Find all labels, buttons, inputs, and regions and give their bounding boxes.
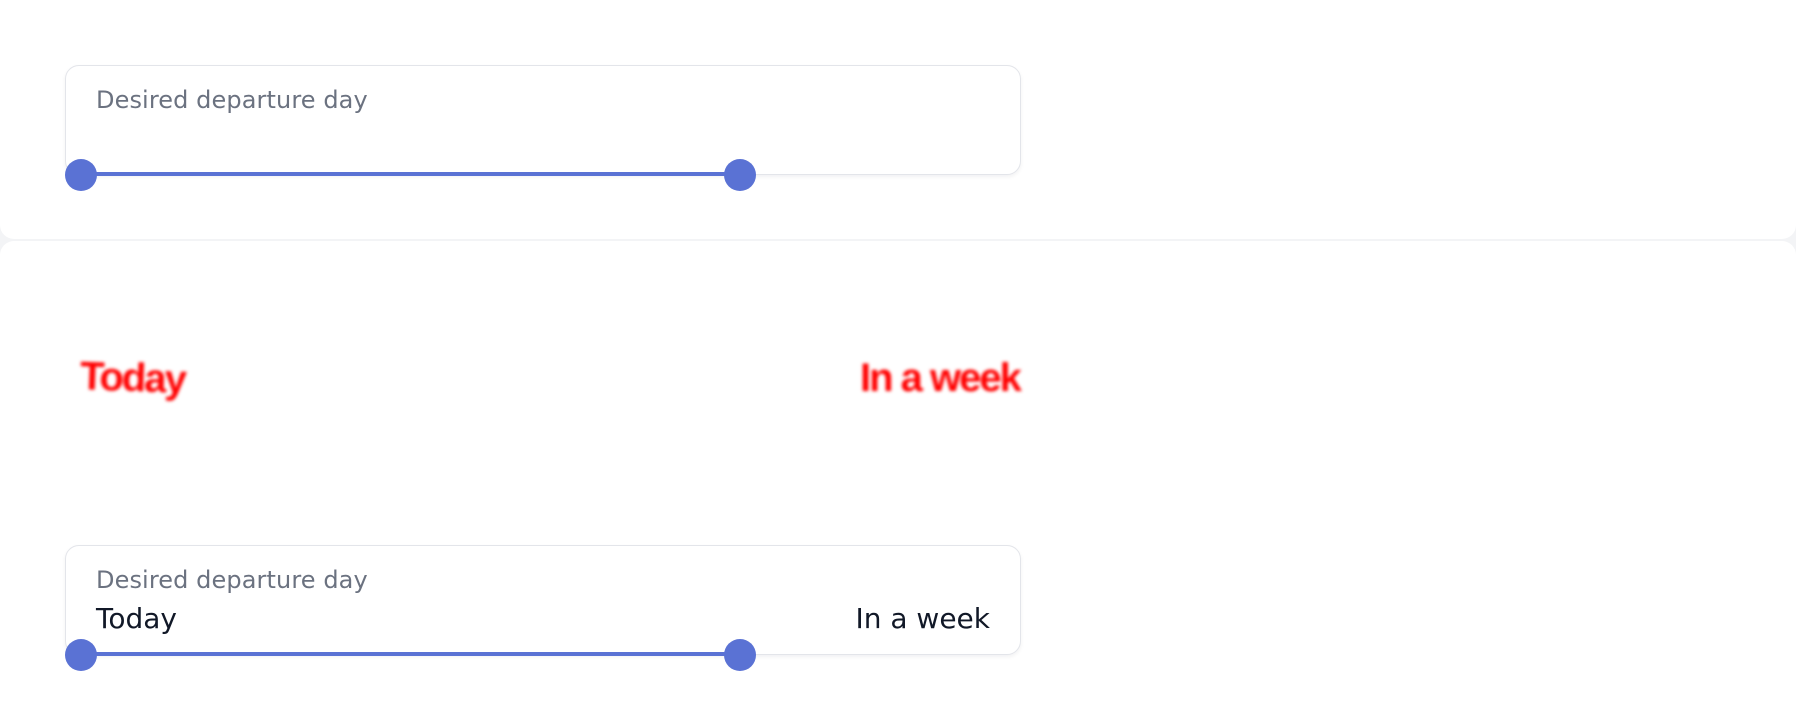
slider-start-thumb[interactable] [65, 639, 97, 671]
slider-end-thumb[interactable] [724, 159, 756, 191]
slider-track-filled[interactable] [80, 172, 740, 176]
departure-day-slider-card: Desired departure day [65, 65, 1021, 191]
overlay-start-text: Today [79, 354, 186, 402]
overlay-end-text: In a week [860, 356, 1022, 400]
slider-end-thumb[interactable] [724, 639, 756, 671]
slider-end-value: In a week [855, 602, 990, 635]
slider-start-thumb[interactable] [65, 159, 97, 191]
slider-track-filled[interactable] [80, 652, 740, 656]
departure-day-slider-card-with-values: Desired departure day Today In a week [65, 545, 1021, 671]
slider-label: Desired departure day [96, 566, 368, 594]
slider-start-value: Today [96, 602, 177, 635]
slider-label: Desired departure day [96, 86, 368, 114]
top-panel: Desired departure day [0, 0, 1796, 239]
